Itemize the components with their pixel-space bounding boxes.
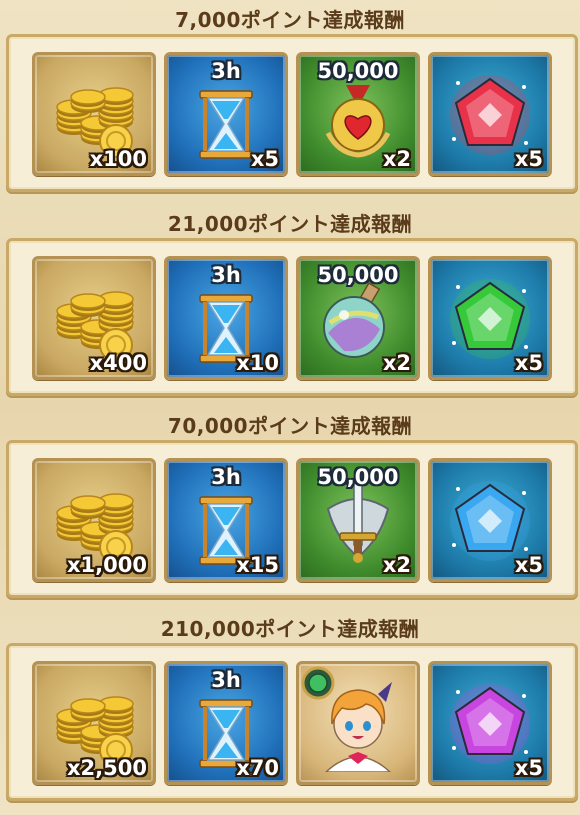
tier-title: 7,000ポイント達成報酬 [175,7,405,32]
reward-slot-hourglass[interactable]: 3h x15 [164,458,288,582]
reward-slot-gold-coins[interactable]: x2,500 [32,661,156,785]
element-badge-icon [301,666,335,700]
reward-top-label: 50,000 [317,59,399,83]
reward-tier: 7,000ポイント達成報酬 x100 3h x5 50,000 x2 x5 [0,0,580,192]
reward-tier: 21,000ポイント達成報酬 x400 3h x10 50,000 x2 x5 [0,204,580,396]
reward-quantity: x70 [236,756,279,780]
reward-quantity: x5 [514,756,543,780]
reward-quantity: x5 [514,553,543,577]
reward-quantity: x2 [382,351,411,375]
reward-tier: 70,000ポイント達成報酬 x1,000 3h x15 50,000 x2 x5 [0,406,580,598]
reward-slot-sword[interactable]: 50,000 x2 [296,458,420,582]
reward-slot-character[interactable] [296,661,420,785]
reward-quantity: x2 [382,553,411,577]
tier-title: 210,000ポイント達成報酬 [160,616,420,641]
tier-title: 21,000ポイント達成報酬 [167,211,413,236]
reward-slot-hourglass[interactable]: 3h x70 [164,661,288,785]
reward-top-label: 3h [211,263,241,287]
reward-quantity: x1,000 [67,553,147,577]
reward-tier: 210,000ポイント達成報酬 x2,500 3h x70 x5 [0,609,580,801]
reward-slot-gold-coins[interactable]: x400 [32,256,156,380]
tier-title: 70,000ポイント達成報酬 [167,413,413,438]
reward-quantity: x5 [514,147,543,171]
reward-slot-medal[interactable]: 50,000 x2 [296,52,420,176]
reward-top-label: 50,000 [317,263,399,287]
reward-slot-hourglass[interactable]: 3h x5 [164,52,288,176]
reward-quantity: x5 [514,351,543,375]
reward-slot-gem[interactable]: x5 [428,256,552,380]
reward-quantity: x10 [236,351,279,375]
reward-quantity: x100 [89,147,147,171]
reward-quantity: x2 [382,147,411,171]
reward-top-label: 50,000 [317,465,399,489]
reward-top-label: 3h [211,59,241,83]
reward-slot-gem[interactable]: x5 [428,458,552,582]
reward-quantity: x2,500 [67,756,147,780]
reward-slot-potion[interactable]: 50,000 x2 [296,256,420,380]
reward-quantity: x15 [236,553,279,577]
reward-slot-gold-coins[interactable]: x1,000 [32,458,156,582]
reward-list: 7,000ポイント達成報酬 x100 3h x5 50,000 x2 x5 21,000ポイン… [0,0,580,815]
reward-top-label: 3h [211,465,241,489]
reward-slot-gem[interactable]: x5 [428,661,552,785]
reward-slot-gem[interactable]: x5 [428,52,552,176]
reward-slot-gold-coins[interactable]: x100 [32,52,156,176]
reward-quantity: x5 [250,147,279,171]
reward-top-label: 3h [211,668,241,692]
reward-slot-hourglass[interactable]: 3h x10 [164,256,288,380]
reward-quantity: x400 [89,351,147,375]
